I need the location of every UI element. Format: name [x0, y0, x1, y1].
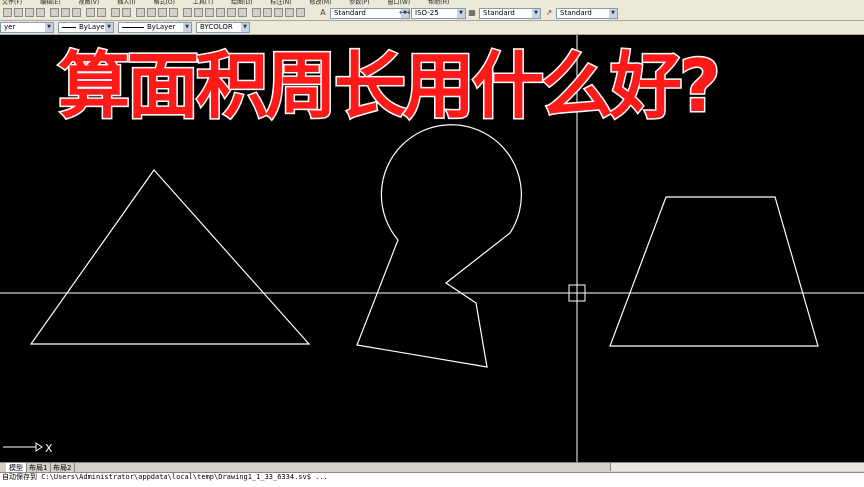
color-select[interactable]: ByLayer ▼ — [58, 22, 114, 33]
command-line[interactable]: 自动保存到 C:\Users\Administrator\appdata\loc… — [0, 472, 864, 487]
copy-icon[interactable] — [61, 8, 70, 17]
text-style-icon: A — [320, 8, 326, 17]
layer-manager-icon[interactable] — [263, 8, 272, 17]
text-style-select[interactable]: Standard ▼ — [330, 8, 410, 19]
trapezoid-shape[interactable] — [609, 196, 819, 347]
chevron-down-icon: ▼ — [241, 23, 249, 32]
multileader-style-select[interactable]: Standard ▼ — [556, 8, 618, 19]
keyhole-shape[interactable] — [356, 124, 522, 368]
preview-icon[interactable] — [25, 8, 34, 17]
color-value: ByLayer — [79, 23, 108, 31]
save-icon[interactable] — [3, 8, 12, 17]
plot-icon[interactable] — [14, 8, 23, 17]
calculator-icon[interactable] — [238, 8, 247, 17]
sheet-set-icon[interactable] — [216, 8, 225, 17]
linetype-value: ByLayer — [147, 23, 176, 31]
block-editor-icon[interactable] — [97, 8, 106, 17]
zoom-window-icon[interactable] — [158, 8, 167, 17]
triangle-shape[interactable] — [29, 169, 311, 345]
table-style-icon: ▦ — [468, 8, 476, 17]
chevron-down-icon: ▼ — [457, 9, 465, 18]
horizontal-scrollbar[interactable] — [610, 463, 864, 471]
multileader-style-value: Standard — [560, 9, 592, 17]
pan-icon[interactable] — [136, 8, 145, 17]
headline-title: 算面积周长用什么好? — [57, 43, 723, 130]
layer-states-icon[interactable] — [285, 8, 294, 17]
chevron-down-icon: ▼ — [609, 9, 617, 18]
markup-icon[interactable] — [227, 8, 236, 17]
layer-select[interactable]: yer ▼ — [0, 22, 54, 33]
linetype-select[interactable]: ByLayer ▼ — [118, 22, 192, 33]
redo-icon[interactable] — [122, 8, 131, 17]
dim-style-select[interactable]: ISO-25 ▼ — [411, 8, 466, 19]
ucs-x-label: X — [45, 442, 53, 455]
ucs-arrow-icon — [35, 442, 43, 452]
standard-toolbar: A Standard ▼ ⟷ ISO-25 ▼ ▦ Standard ▼ ↗ S… — [0, 5, 864, 21]
chevron-down-icon: ▼ — [105, 23, 113, 32]
layer-previous-icon[interactable] — [274, 8, 283, 17]
lineweight-value: BYCOLOR — [200, 23, 233, 31]
chevron-down-icon: ▼ — [45, 23, 53, 32]
undo-icon[interactable] — [111, 8, 120, 17]
color-swatch — [62, 26, 76, 28]
zoom-previous-icon[interactable] — [169, 8, 178, 17]
multileader-style-icon: ↗ — [545, 8, 553, 17]
dim-style-value: ISO-25 — [415, 9, 439, 17]
properties-toolbar: yer ▼ ByLayer ▼ ByLayer ▼ BYCOLOR ▼ — [0, 21, 864, 35]
paste-icon[interactable] — [72, 8, 81, 17]
dim-style-icon: ⟷ — [399, 8, 411, 17]
cut-icon[interactable] — [50, 8, 59, 17]
text-style-value: Standard — [334, 9, 366, 17]
properties-icon[interactable] — [183, 8, 192, 17]
table-style-value: Standard — [483, 9, 515, 17]
chevron-down-icon: ▼ — [183, 23, 191, 32]
chevron-down-icon: ▼ — [532, 9, 540, 18]
lineweight-select[interactable]: BYCOLOR ▼ — [196, 22, 250, 33]
publish-icon[interactable] — [36, 8, 45, 17]
linetype-swatch — [122, 26, 144, 28]
tool-palettes-icon[interactable] — [205, 8, 214, 17]
table-style-select[interactable]: Standard ▼ — [479, 8, 541, 19]
zoom-realtime-icon[interactable] — [147, 8, 156, 17]
match-properties-icon[interactable] — [86, 8, 95, 17]
design-center-icon[interactable] — [194, 8, 203, 17]
layer-value: yer — [4, 23, 16, 31]
layer-isolate-icon[interactable] — [296, 8, 305, 17]
help-icon[interactable] — [252, 8, 261, 17]
